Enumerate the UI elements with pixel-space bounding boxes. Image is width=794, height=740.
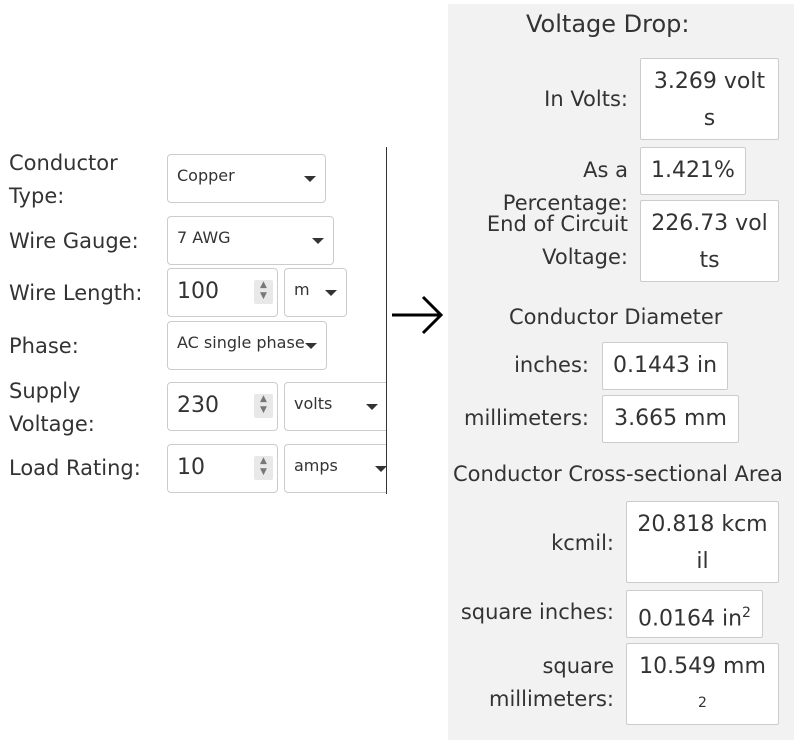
wire-length-unit-select[interactable]: m: [284, 268, 347, 317]
supply-voltage-unit-select[interactable]: volts: [284, 382, 387, 431]
square-millimeters-label: square millimeters:: [489, 654, 614, 711]
phase-value: AC single phase: [177, 333, 305, 352]
end-voltage-output: 226.73 volts: [640, 200, 779, 282]
wire-length-input[interactable]: 100 ▲ ▼: [167, 268, 278, 317]
chevron-down-icon: [325, 289, 337, 296]
chevron-down-icon: [305, 342, 317, 349]
load-rating-input[interactable]: 10 ▲ ▼: [167, 444, 278, 493]
voltage-drop-heading: Voltage Drop:: [526, 10, 690, 38]
area-heading: Conductor Cross-sectional Area: [453, 462, 783, 486]
in-volts-output: 3.269 volts: [640, 58, 779, 140]
form-divider: [386, 147, 387, 494]
right-arrow-icon: [392, 295, 444, 335]
end-voltage-label: End of Circuit Voltage:: [486, 212, 628, 269]
wire-length-value: 100: [177, 279, 219, 304]
wire-length-unit-value: m: [294, 280, 310, 299]
percentage-output: 1.421%: [640, 147, 746, 195]
wire-length-label: Wire Length:: [9, 281, 143, 305]
diameter-mm-label: millimeters:: [464, 406, 589, 430]
kcmil-label: kcmil:: [551, 531, 614, 555]
diameter-inches-label: inches:: [514, 353, 589, 377]
spinner-arrows-icon[interactable]: ▲ ▼: [254, 456, 273, 480]
supply-voltage-unit-value: volts: [294, 394, 333, 413]
kcmil-output: 20.818 kcmil: [626, 501, 779, 583]
load-rating-label: Load Rating:: [9, 456, 141, 480]
square-millimeters-value: 10.549 mm: [639, 654, 766, 679]
conductor-type-label: Conductor Type:: [9, 151, 118, 208]
spinner-arrows-icon[interactable]: ▲ ▼: [254, 394, 273, 418]
wire-gauge-select[interactable]: 7 AWG: [167, 216, 334, 265]
spinner-arrows-icon[interactable]: ▲ ▼: [254, 280, 273, 304]
supply-voltage-value: 230: [177, 393, 219, 418]
square-inches-value: 0.0164 in: [638, 606, 743, 632]
diameter-inches-output: 0.1443 in: [602, 342, 728, 390]
conductor-type-value: Copper: [177, 166, 235, 185]
diameter-mm-output: 3.665 mm: [602, 395, 739, 443]
square-inches-exponent: 2: [742, 605, 751, 621]
load-rating-value: 10: [177, 455, 205, 480]
chevron-down-icon: [366, 403, 378, 410]
chevron-down-icon: [312, 237, 324, 244]
results-panel: Voltage Drop: In Volts: 3.269 volts As a…: [448, 4, 794, 740]
phase-select[interactable]: AC single phase: [167, 321, 327, 370]
square-millimeters-output: 10.549 mm 2: [626, 643, 779, 725]
square-inches-label: square inches:: [460, 600, 614, 624]
square-millimeters-exponent: 2: [698, 695, 707, 711]
chevron-down-icon: [304, 175, 316, 182]
conductor-type-select[interactable]: Copper: [167, 154, 326, 203]
supply-voltage-input[interactable]: 230 ▲ ▼: [167, 382, 278, 431]
supply-voltage-label: Supply Voltage:: [9, 379, 95, 436]
load-rating-unit-select[interactable]: amps: [284, 444, 387, 493]
diameter-heading: Conductor Diameter: [509, 305, 723, 329]
phase-label: Phase:: [9, 334, 79, 358]
in-volts-label: In Volts:: [544, 87, 628, 111]
wire-gauge-value: 7 AWG: [177, 228, 231, 247]
load-rating-unit-value: amps: [294, 456, 338, 475]
wire-gauge-label: Wire Gauge:: [9, 229, 139, 253]
square-inches-output: 0.0164 in2: [626, 590, 763, 638]
